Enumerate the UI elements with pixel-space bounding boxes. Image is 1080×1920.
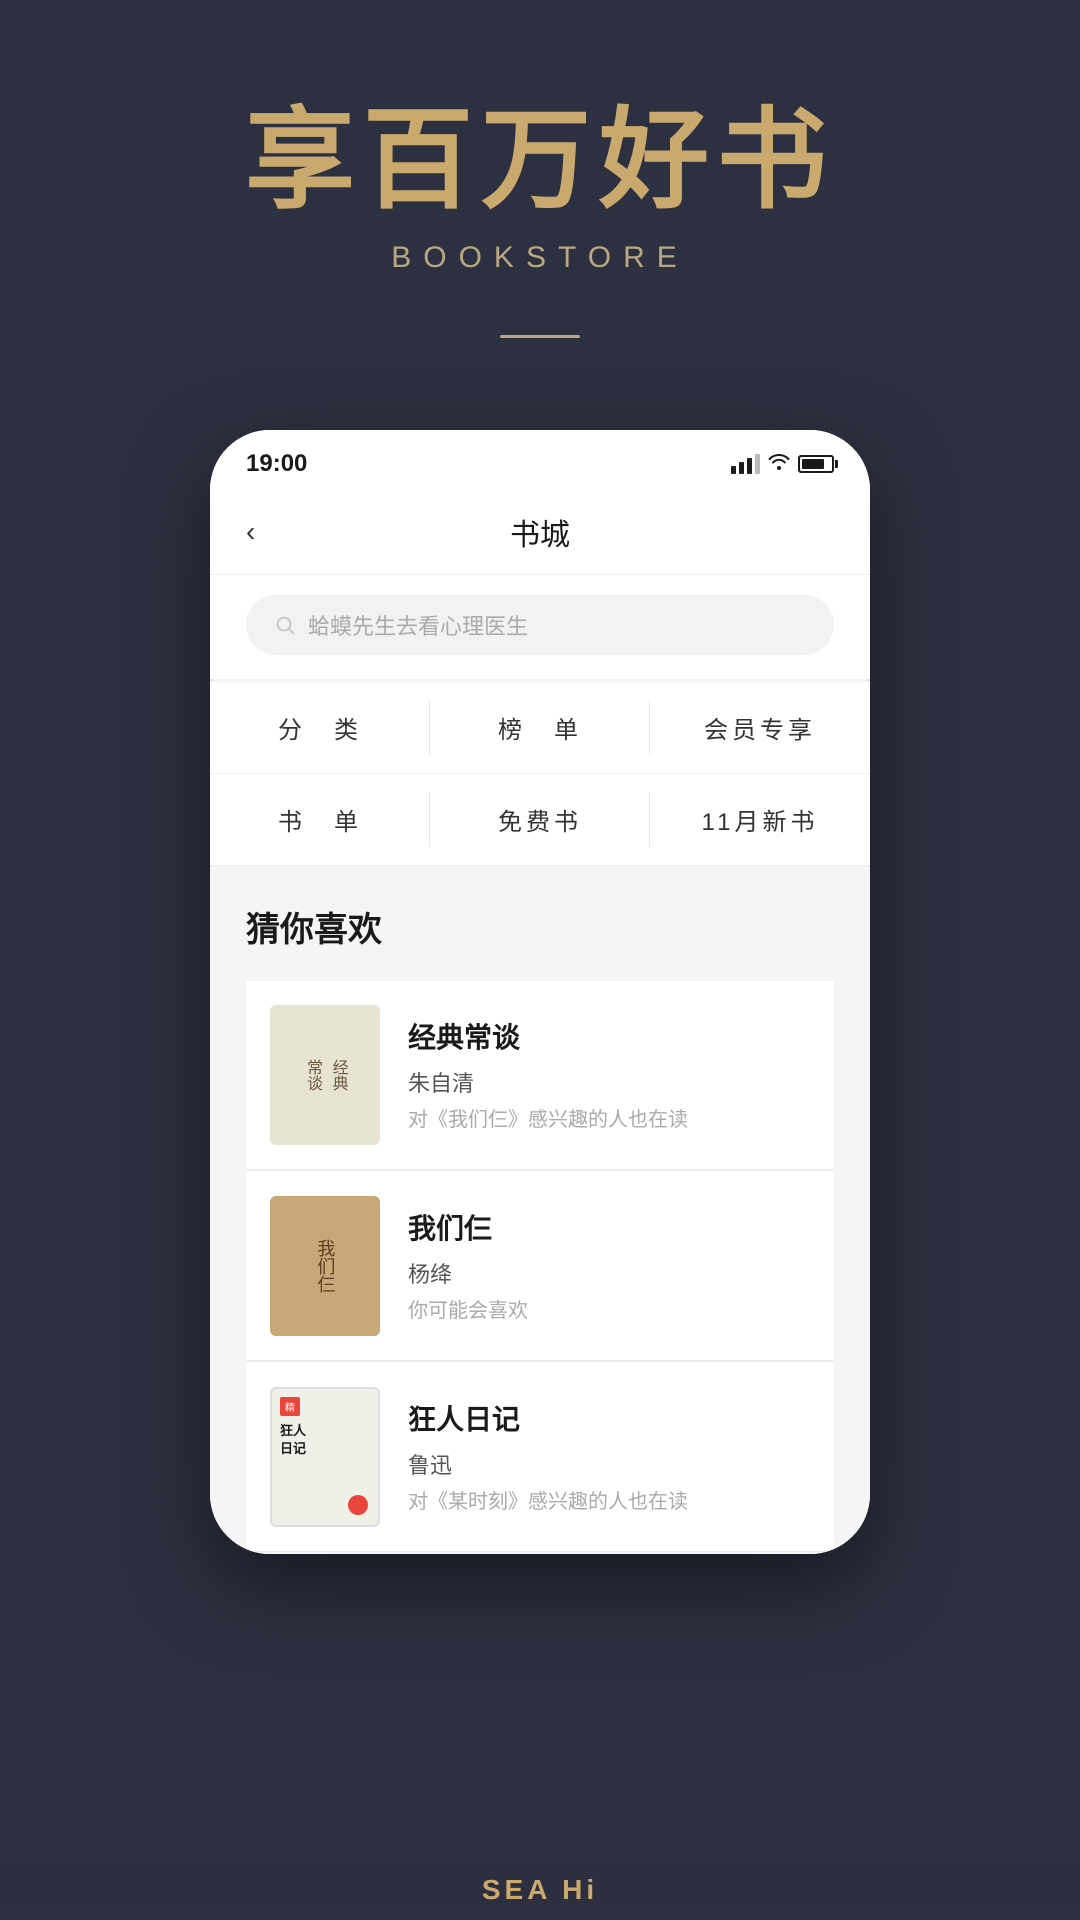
book-cover-2: 我们仨: [270, 1196, 380, 1336]
book-title-2: 我们仨: [408, 1207, 810, 1247]
bottom-bar: SEA Hi: [0, 1860, 1080, 1920]
book-info-2: 我们仨 杨绛 你可能会喜欢: [408, 1207, 810, 1325]
divider: [500, 335, 580, 338]
book-author-3: 鲁迅: [408, 1448, 810, 1480]
wifi-icon: [768, 452, 790, 476]
book-item-2[interactable]: 我们仨 我们仨 杨绛 你可能会喜欢: [246, 1172, 834, 1361]
category-grid: 分 类 榜 单 会员专享 书 单 免费书 11月新书: [210, 681, 870, 866]
book-info-1: 经典常谈 朱自清 对《我们仨》感兴趣的人也在读: [408, 1016, 810, 1134]
phone-mockup: 19:00 ‹ 书城: [210, 430, 870, 1554]
battery-icon: [798, 455, 834, 473]
book-desc-1: 对《我们仨》感兴趣的人也在读: [408, 1106, 810, 1134]
status-time: 19:00: [246, 450, 307, 478]
search-icon: [274, 614, 296, 636]
status-icons: [731, 452, 834, 476]
nav-title: 书城: [510, 510, 570, 554]
sea-hi-label: SEA Hi: [482, 1874, 598, 1906]
category-item-newbooks[interactable]: 11月新书: [650, 774, 870, 866]
category-item-classify[interactable]: 分 类: [210, 682, 430, 774]
book-title-3: 狂人日记: [408, 1398, 810, 1438]
sub-title: BOOKSTORE: [391, 241, 689, 275]
book-author-2: 杨绛: [408, 1257, 810, 1289]
category-item-ranking[interactable]: 榜 单: [430, 682, 650, 774]
search-section: 蛤蟆先生去看心理医生: [210, 575, 870, 679]
recommendations-section: 猜你喜欢 经典常谈 经典常谈 朱自清 对《我们仨》感兴趣的人也在读: [210, 866, 870, 1554]
book-desc-2: 你可能会喜欢: [408, 1297, 810, 1325]
back-button[interactable]: ‹: [246, 516, 255, 548]
book-item-3[interactable]: 精 狂人日记 狂人日记 鲁迅 对《某时刻》感兴趣的人也在读: [246, 1363, 834, 1552]
book-desc-3: 对《某时刻》感兴趣的人也在读: [408, 1488, 810, 1516]
book-item-1[interactable]: 经典常谈 经典常谈 朱自清 对《我们仨》感兴趣的人也在读: [246, 981, 834, 1170]
section-title: 猜你喜欢: [246, 902, 834, 951]
category-item-booklist[interactable]: 书 单: [210, 774, 430, 866]
main-title: 享百万好书: [245, 100, 835, 221]
status-bar: 19:00: [210, 430, 870, 490]
signal-icon: [731, 454, 760, 474]
category-item-free[interactable]: 免费书: [430, 774, 650, 866]
app-header: 享百万好书 BOOKSTORE: [0, 0, 1080, 338]
book-list: 经典常谈 经典常谈 朱自清 对《我们仨》感兴趣的人也在读 我们仨 我们仨: [246, 981, 834, 1554]
category-item-vip[interactable]: 会员专享: [650, 682, 870, 774]
book-info-3: 狂人日记 鲁迅 对《某时刻》感兴趣的人也在读: [408, 1398, 810, 1516]
book-author-1: 朱自清: [408, 1066, 810, 1098]
search-placeholder: 蛤蟆先生去看心理医生: [308, 609, 528, 641]
search-bar[interactable]: 蛤蟆先生去看心理医生: [246, 595, 834, 655]
book-title-1: 经典常谈: [408, 1016, 810, 1056]
book-cover-1: 经典常谈: [270, 1005, 380, 1145]
book-cover-3: 精 狂人日记: [270, 1387, 380, 1527]
nav-bar: ‹ 书城: [210, 490, 870, 575]
